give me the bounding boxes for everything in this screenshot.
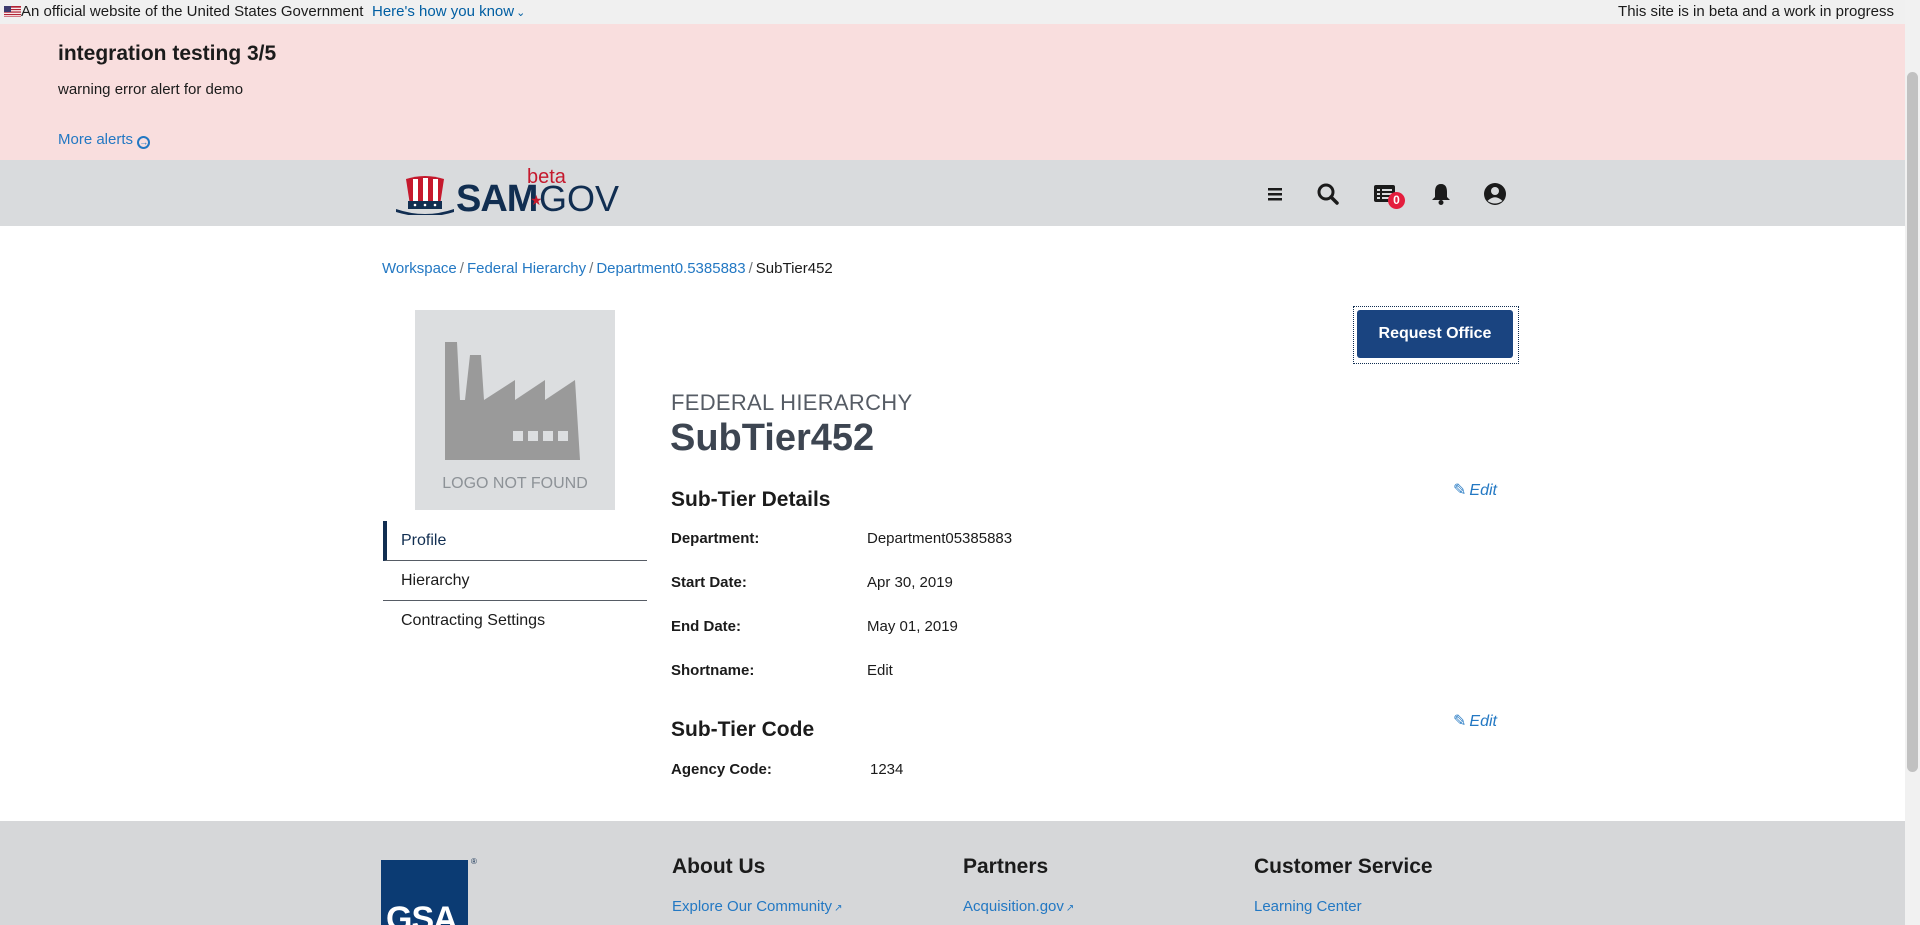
edit-details-label: Edit [1469, 482, 1497, 499]
breadcrumb-department[interactable]: Department0.5385883 [596, 260, 745, 277]
footer-customer-service-heading: Customer Service [1254, 855, 1433, 878]
notifications-button[interactable] [1427, 180, 1455, 208]
acquisition-gov-label: Acquisition.gov [963, 898, 1064, 915]
explore-our-community-link[interactable]: Explore Our Community ↗ [672, 898, 842, 915]
breadcrumb-separator: / [459, 260, 464, 277]
search-icon [1317, 183, 1339, 205]
logo-not-found-text: LOGO NOT FOUND [442, 475, 588, 492]
explore-our-community-label: Explore Our Community [672, 898, 833, 915]
sidenav-item-hierarchy[interactable]: Hierarchy [383, 561, 647, 601]
organization-logo-placeholder: LOGO NOT FOUND [415, 310, 615, 510]
page-title: SubTier452 [670, 417, 875, 459]
edit-details-link[interactable]: ✎ Edit [1453, 480, 1497, 500]
sam-gov-logo[interactable]: SAM ★ GOV beta [396, 166, 619, 220]
how-you-know-link[interactable]: Here's how you know ⌄ [372, 3, 525, 20]
official-website-text: An official website of the United States… [21, 3, 364, 20]
breadcrumb-federal-hierarchy[interactable]: Federal Hierarchy [467, 260, 586, 277]
shortname-value: Edit [867, 662, 893, 679]
end-date-value: May 01, 2019 [867, 618, 958, 635]
gsa-logo[interactable]: GSA [381, 860, 468, 925]
side-navigation: Profile Hierarchy Contracting Settings [383, 521, 647, 641]
uncle-sam-hat-icon [396, 176, 454, 215]
sub-tier-details-heading: Sub-Tier Details [671, 488, 831, 511]
factory-icon [445, 342, 580, 460]
agency-code-value: 1234 [870, 761, 904, 778]
page-eyebrow: FEDERAL HIERARCHY [671, 390, 913, 415]
end-date-label: End Date: [671, 618, 742, 635]
messages-button[interactable]: 0 [1371, 180, 1405, 209]
search-button[interactable] [1314, 180, 1342, 208]
breadcrumb-current: SubTier452 [755, 260, 833, 277]
alert-message: warning error alert for demo [58, 81, 244, 98]
department-label: Department: [671, 530, 760, 547]
alert-banner: integration testing 3/5 warning error al… [0, 24, 1905, 160]
us-flag-icon [4, 6, 21, 17]
breadcrumb-separator: / [589, 260, 594, 277]
logo-sam-text: SAM [456, 178, 538, 220]
breadcrumb-workspace[interactable]: Workspace [382, 260, 457, 277]
request-office-button[interactable]: Request Office [1357, 310, 1513, 358]
start-date-label: Start Date: [671, 574, 747, 591]
how-you-know-label: Here's how you know [372, 3, 515, 20]
sidenav-item-profile[interactable]: Profile [383, 521, 647, 561]
department-value: Department05385883 [867, 530, 1013, 547]
pencil-icon: ✎ [1453, 482, 1467, 499]
start-date-value: Apr 30, 2019 [867, 574, 953, 591]
pencil-icon: ✎ [1453, 713, 1467, 730]
alert-title: integration testing 3/5 [58, 42, 277, 65]
site-header: SAM ★ GOV beta 0 [0, 160, 1905, 226]
registered-mark-icon: ® [471, 857, 477, 866]
external-link-icon: ↗ [1065, 903, 1075, 914]
breadcrumb: Workspace / Federal Hierarchy / Department0.… [382, 260, 833, 277]
shortname-label: Shortname: [671, 662, 755, 679]
more-alerts-link[interactable]: More alerts → [58, 131, 151, 149]
logo-beta-text: beta [527, 166, 566, 188]
more-alerts-label: More alerts [58, 131, 134, 148]
scrollbar-thumb[interactable] [1907, 72, 1918, 772]
sidenav-item-contracting-settings[interactable]: Contracting Settings [383, 601, 647, 641]
acquisition-gov-link[interactable]: Acquisition.gov ↗ [963, 898, 1074, 915]
messages-count-badge: 0 [1388, 192, 1405, 209]
agency-code-label: Agency Code: [671, 761, 772, 778]
footer-partners-heading: Partners [963, 855, 1049, 878]
menu-button[interactable] [1261, 180, 1289, 208]
menu-icon [1268, 188, 1282, 201]
edit-code-link[interactable]: ✎ Edit [1453, 711, 1497, 731]
gsa-logo-text: GSA [386, 900, 458, 925]
user-circle-icon [1484, 183, 1506, 205]
sub-tier-code-heading: Sub-Tier Code [671, 718, 815, 741]
beta-notice: This site is in beta and a work in progr… [1618, 3, 1894, 20]
learning-center-link[interactable]: Learning Center [1254, 898, 1362, 915]
footer-about-us-heading: About Us [672, 855, 766, 878]
external-link-icon: ↗ [834, 903, 843, 914]
breadcrumb-separator: / [748, 260, 753, 277]
account-button[interactable] [1481, 180, 1509, 208]
site-footer [0, 821, 1905, 925]
request-office-focus-ring: Request Office [1353, 306, 1519, 364]
page-scrollbar[interactable] [1905, 0, 1920, 925]
gov-banner: An official website of the United States… [0, 0, 1905, 24]
chevron-down-icon: ⌄ [516, 7, 526, 19]
arrow-circle-right-icon: → [137, 136, 151, 149]
edit-code-label: Edit [1469, 713, 1497, 730]
bell-icon [1432, 184, 1450, 205]
